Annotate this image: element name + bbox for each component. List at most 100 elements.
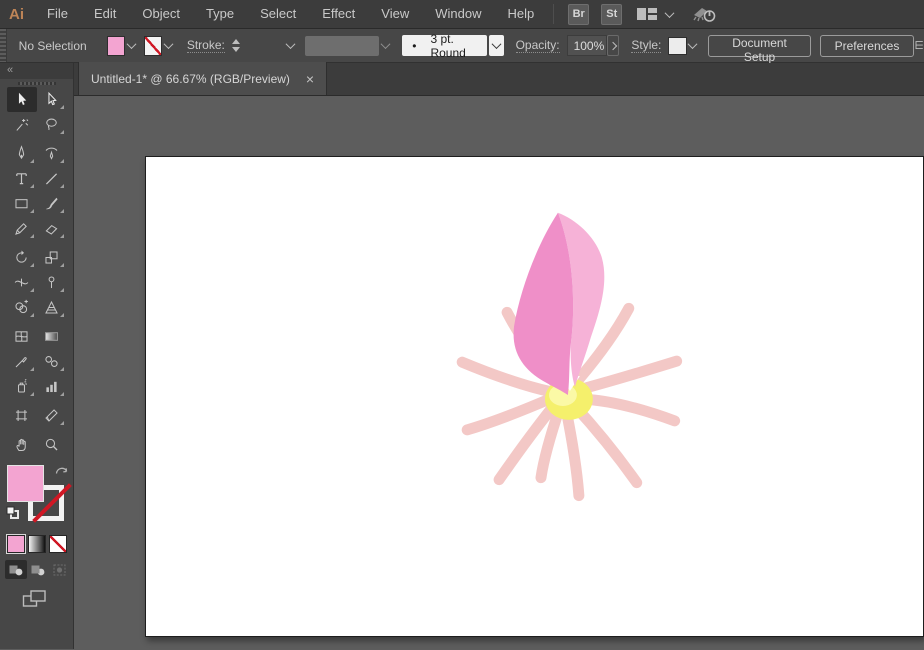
tool-curvature[interactable] (37, 141, 67, 166)
menu-effect[interactable]: Effect (309, 0, 368, 28)
step-down-icon (232, 47, 240, 52)
menu-select[interactable]: Select (247, 0, 309, 28)
default-fill-stroke-icon[interactable] (5, 505, 20, 520)
tool-shape-builder[interactable] (7, 295, 37, 320)
close-tab-icon[interactable]: × (306, 72, 314, 86)
tools-panel-grip[interactable] (0, 79, 73, 87)
variable-width-profile-select[interactable] (305, 36, 379, 56)
drawing-mode-buttons (0, 553, 73, 579)
selection-tool-icon (13, 91, 30, 108)
tool-paintbrush[interactable] (37, 191, 67, 216)
menu-window[interactable]: Window (422, 0, 494, 28)
control-bar-grip[interactable] (0, 29, 7, 62)
document-tab-bar: Untitled-1* @ 66.67% (RGB/Preview) × (74, 63, 924, 96)
fill-stroke-controls (0, 463, 73, 529)
chevron-down-icon (126, 39, 136, 49)
adobe-stock-button[interactable]: St (601, 4, 622, 25)
tool-rotate[interactable] (7, 245, 37, 270)
tool-gradient[interactable] (37, 324, 67, 349)
artboard-tool-icon (13, 407, 30, 424)
stroke-color-swatch[interactable] (144, 36, 162, 56)
artboard[interactable] (145, 156, 924, 637)
draw-behind-icon (30, 563, 46, 577)
opacity-label[interactable]: Opacity: (516, 38, 560, 53)
tool-line-segment[interactable] (37, 166, 67, 191)
gradient-button[interactable] (28, 535, 46, 553)
workspace-switcher-button[interactable] (636, 7, 673, 21)
color-button[interactable] (7, 535, 25, 553)
opacity-dropdown-button[interactable] (607, 35, 620, 56)
fill-color-dropdown[interactable] (125, 36, 138, 56)
collapse-panel-button[interactable]: « (7, 64, 13, 76)
hand-tool-icon (13, 436, 30, 453)
none-button[interactable] (49, 535, 67, 553)
eyedropper-tool-icon (13, 353, 30, 370)
tool-pen[interactable] (7, 141, 37, 166)
go-to-bridge-button[interactable]: Br (568, 4, 589, 25)
menu-edit[interactable]: Edit (81, 0, 129, 28)
document-tab[interactable]: Untitled-1* @ 66.67% (RGB/Preview) × (78, 62, 327, 95)
preferences-button[interactable]: Preferences (820, 35, 915, 57)
gpu-performance-button[interactable] (692, 5, 718, 23)
stroke-color-dropdown[interactable] (162, 36, 175, 56)
illustrator-logo: Ai (0, 6, 34, 23)
variable-width-profile-dropdown[interactable] (379, 36, 392, 56)
menu-type[interactable]: Type (193, 0, 247, 28)
tool-eraser[interactable] (37, 216, 67, 241)
draw-normal-button[interactable] (5, 560, 27, 579)
tool-eyedropper[interactable] (7, 349, 37, 374)
direct-selection-tool-icon (43, 91, 60, 108)
shape-builder-tool-icon (13, 299, 30, 316)
tools-panel: « (0, 63, 74, 649)
brush-definition-dropdown[interactable] (489, 35, 504, 56)
opacity-input[interactable]: 100% (567, 35, 607, 56)
tool-puppet-warp[interactable] (37, 270, 67, 295)
selection-status: No Selection (19, 39, 87, 53)
fill-indicator[interactable] (7, 465, 44, 502)
brush-definition-select[interactable]: • 3 pt. Round (402, 35, 487, 56)
fill-color-swatch[interactable] (107, 36, 125, 56)
stroke-weight-input[interactable] (242, 35, 284, 57)
document-setup-button[interactable]: Document Setup (708, 35, 810, 57)
menu-file[interactable]: File (34, 0, 81, 28)
screen-mode-control[interactable] (0, 579, 73, 612)
tool-pencil[interactable] (7, 216, 37, 241)
canvas[interactable] (74, 96, 924, 649)
menu-view[interactable]: View (368, 0, 422, 28)
tool-type[interactable] (7, 166, 37, 191)
stroke-weight-label[interactable]: Stroke: (187, 38, 225, 53)
swap-fill-stroke-icon[interactable] (54, 463, 69, 476)
flower-artwork (146, 157, 923, 636)
tool-artboard[interactable] (7, 403, 37, 428)
gradient-tool-icon (43, 328, 60, 345)
tool-zoom[interactable] (37, 432, 67, 457)
tool-symbol-sprayer[interactable] (7, 374, 37, 399)
menu-object[interactable]: Object (129, 0, 193, 28)
draw-behind-button[interactable] (27, 560, 49, 579)
tool-scale[interactable] (37, 245, 67, 270)
main-area: « (0, 63, 924, 649)
tool-lasso[interactable] (37, 112, 67, 137)
tool-width[interactable] (7, 270, 37, 295)
tool-perspective-grid[interactable] (37, 295, 67, 320)
style-label[interactable]: Style: (631, 38, 661, 53)
flower-petal-dark (514, 213, 574, 395)
tool-rectangle[interactable] (7, 191, 37, 216)
graphic-style-dropdown[interactable] (687, 36, 700, 56)
tool-hand[interactable] (7, 432, 37, 457)
tool-blend[interactable] (37, 349, 67, 374)
tool-direct-selection[interactable] (37, 87, 67, 112)
stroke-weight-dropdown[interactable] (284, 36, 297, 56)
draw-inside-button[interactable] (49, 560, 71, 579)
tool-selection[interactable] (7, 87, 37, 112)
mesh-tool-icon (13, 328, 30, 345)
tool-mesh[interactable] (7, 324, 37, 349)
control-panel-menu-icon[interactable]: ⋿ (914, 39, 924, 52)
tool-slice[interactable] (37, 403, 67, 428)
stroke-weight-stepper[interactable] (231, 35, 242, 57)
graphic-style-swatch[interactable] (668, 37, 686, 55)
menubar-divider (553, 4, 554, 24)
menu-help[interactable]: Help (494, 0, 547, 28)
tool-column-graph[interactable] (37, 374, 67, 399)
tool-magic-wand[interactable] (7, 112, 37, 137)
